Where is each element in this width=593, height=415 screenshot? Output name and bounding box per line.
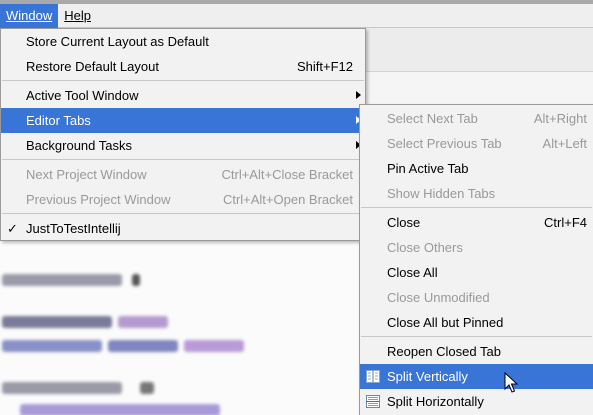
menu-item-next-project-window[interactable]: Next Project Window Ctrl+Alt+Close Brack… xyxy=(1,162,365,187)
menu-item-show-hidden-tabs[interactable]: Show Hidden Tabs xyxy=(360,181,593,206)
menu-item-close-all[interactable]: Close All xyxy=(360,260,593,285)
editor-tabs-submenu: Select Next Tab Alt+Right Select Previou… xyxy=(359,104,593,415)
split-vertically-icon xyxy=(366,370,380,383)
split-horizontally-icon xyxy=(366,395,380,408)
menu-item-pin-active-tab[interactable]: Pin Active Tab xyxy=(360,156,593,181)
checkmark-icon: ✓ xyxy=(7,220,18,236)
menu-item-active-tool-window[interactable]: Active Tool Window xyxy=(1,83,365,108)
menu-item-reopen-closed-tab[interactable]: Reopen Closed Tab xyxy=(360,339,593,364)
menu-item-project-justtotestintellij[interactable]: ✓ JustToTestIntellij xyxy=(1,216,365,241)
toolbar-background xyxy=(365,28,593,72)
menu-item-close[interactable]: Close Ctrl+F4 xyxy=(360,210,593,235)
menu-item-store-layout[interactable]: Store Current Layout as Default xyxy=(1,29,365,54)
window-menu: Store Current Layout as Default Restore … xyxy=(0,28,366,241)
mouse-cursor-icon xyxy=(504,372,518,393)
separator xyxy=(2,159,364,160)
menu-item-previous-project-window[interactable]: Previous Project Window Ctrl+Alt+Open Br… xyxy=(1,187,365,212)
separator xyxy=(2,80,364,81)
separator xyxy=(361,336,592,337)
code-editor-background xyxy=(0,240,365,415)
menu-item-split-horizontally[interactable]: Split Horizontally xyxy=(360,389,593,414)
separator xyxy=(361,207,592,208)
menu-item-background-tasks[interactable]: Background Tasks xyxy=(1,133,365,158)
separator xyxy=(2,213,364,214)
menu-bar: Window Help xyxy=(0,3,593,28)
menu-window[interactable]: Window xyxy=(0,3,59,28)
menu-help[interactable]: Help xyxy=(58,4,97,28)
menu-item-select-next-tab[interactable]: Select Next Tab Alt+Right xyxy=(360,106,593,131)
menu-item-close-unmodified[interactable]: Close Unmodified xyxy=(360,285,593,310)
menu-item-editor-tabs[interactable]: Editor Tabs xyxy=(1,108,365,133)
menu-item-close-others[interactable]: Close Others xyxy=(360,235,593,260)
toolbar-background-lower xyxy=(365,72,593,108)
menu-item-select-previous-tab[interactable]: Select Previous Tab Alt+Left xyxy=(360,131,593,156)
menu-item-close-all-but-pinned[interactable]: Close All but Pinned xyxy=(360,310,593,335)
submenu-arrow-icon xyxy=(356,91,361,99)
menu-item-restore-layout[interactable]: Restore Default Layout Shift+F12 xyxy=(1,54,365,79)
menu-item-split-vertically[interactable]: Split Vertically xyxy=(360,364,593,389)
